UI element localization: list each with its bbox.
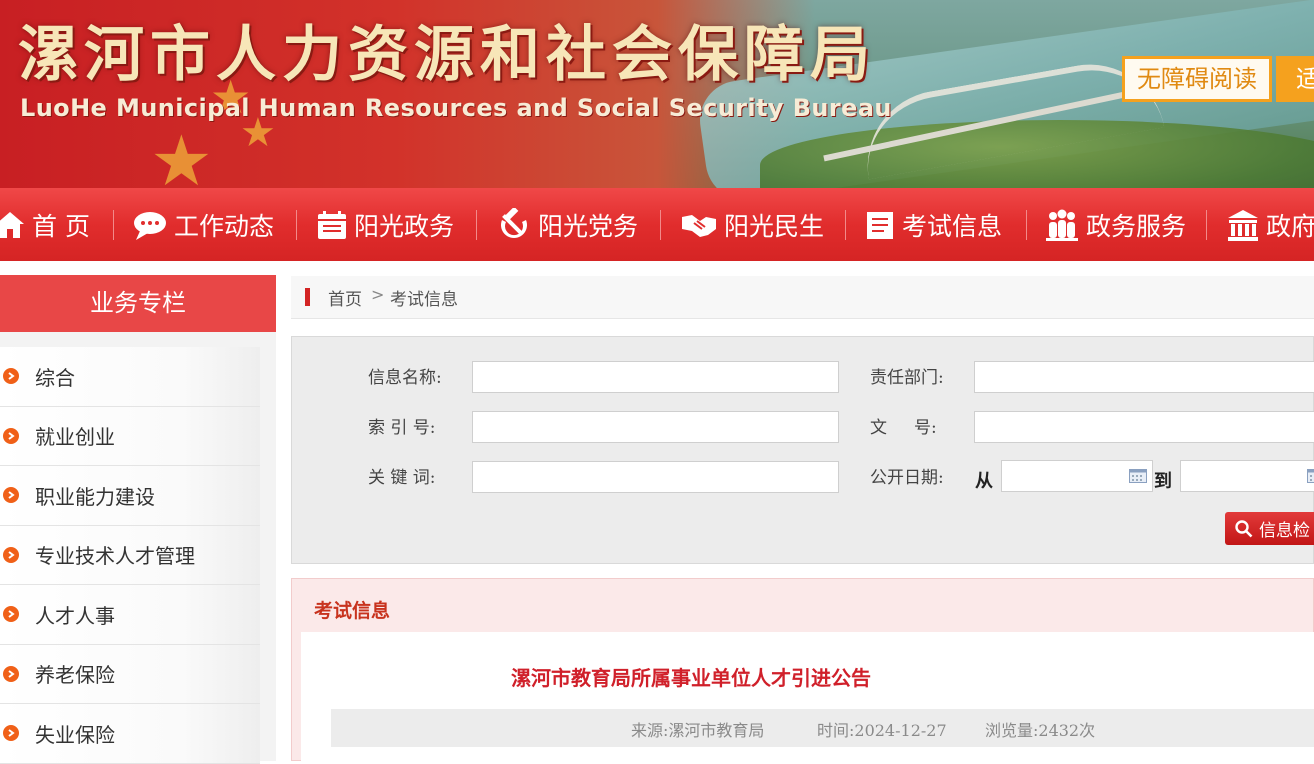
article-body: 漯河市教育局所属事业单位人才引进公告 来源:漯河市教育局 时间:2024-12-…: [301, 632, 1314, 762]
breadcrumb-home-link[interactable]: 首页: [328, 285, 362, 310]
date-to-input[interactable]: [1180, 460, 1314, 492]
calendar-picker-icon[interactable]: [1307, 469, 1314, 483]
nav-divider: [1206, 210, 1207, 240]
exam-info-section: 考试信息 漯河市教育局所属事业单位人才引进公告 来源:漯河市教育局 时间:202…: [291, 578, 1314, 761]
nav-item-label: 工作动态: [174, 207, 274, 243]
section-title: 考试信息: [314, 596, 390, 623]
article-time: 时间:2024-12-27: [817, 717, 947, 741]
nav-item-work-news[interactable]: 工作动态: [132, 188, 274, 261]
sidebar-item-employment[interactable]: 就业创业: [0, 407, 260, 467]
keyword-label: 关 键 词:: [368, 463, 436, 488]
arrow-bullet-icon: [3, 606, 19, 622]
date-from-label: 从: [975, 467, 993, 493]
doc-no-label: 文 号:: [870, 413, 937, 438]
nav-divider: [113, 210, 114, 240]
business-sidebar: 业务专栏 综合 就业创业 职业能力建设 专业技术人才管理 人才人事 养老保险 失…: [0, 275, 276, 761]
nav-divider: [845, 210, 846, 240]
sidebar-item-label: 养老保险: [35, 659, 115, 688]
government-building-icon: [1226, 208, 1260, 242]
search-button-label: 信息检: [1259, 516, 1310, 541]
publish-date-label: 公开日期:: [870, 463, 944, 488]
nav-item-label: 政府: [1266, 207, 1314, 243]
sidebar-item-label: 失业保险: [35, 719, 115, 748]
nav-item-livelihood[interactable]: 阳光民生: [680, 188, 824, 261]
info-name-label: 信息名称:: [368, 363, 442, 388]
accessibility-reading-button[interactable]: 无障碍阅读: [1122, 56, 1272, 102]
nav-item-government[interactable]: 政府: [1226, 188, 1314, 261]
sidebar-item-vocational-skills[interactable]: 职业能力建设: [0, 466, 260, 526]
doc-no-input[interactable]: [974, 411, 1314, 443]
nav-divider: [296, 210, 297, 240]
nav-item-label: 阳光民生: [724, 207, 824, 243]
sidebar-item-talent-personnel[interactable]: 人才人事: [0, 585, 260, 645]
info-name-input[interactable]: [472, 361, 839, 393]
sidebar-item-pension-insurance[interactable]: 养老保险: [0, 645, 260, 705]
breadcrumb-current-link[interactable]: 考试信息: [390, 285, 458, 310]
nav-item-exam-info[interactable]: 考试信息: [864, 188, 1002, 261]
nav-item-home[interactable]: 首 页: [0, 188, 90, 261]
date-to-label: 到: [1154, 467, 1172, 493]
article-title: 漯河市教育局所属事业单位人才引进公告: [301, 662, 1081, 691]
article-meta-bar: 来源:漯河市教育局 时间:2024-12-27 浏览量:2432次: [331, 709, 1314, 747]
search-icon: [1235, 520, 1253, 538]
sidebar-item-professional-talent[interactable]: 专业技术人才管理: [0, 526, 260, 586]
breadcrumb-marker: [305, 288, 310, 306]
elderly-mode-button[interactable]: 适: [1276, 56, 1314, 102]
sidebar-item-label: 综合: [35, 362, 75, 391]
calendar-picker-icon[interactable]: [1129, 469, 1147, 483]
nav-item-label: 政务服务: [1086, 207, 1186, 243]
nav-item-label: 阳光党务: [538, 207, 638, 243]
info-search-panel: 信息名称: 责任部门: 索 引 号: 文 号: 关 键 词: 公开日期: 从 到…: [291, 336, 1314, 564]
sidebar-title: 业务专栏: [0, 275, 276, 332]
site-subtitle: LuoHe Municipal Human Resources and Soci…: [20, 94, 892, 122]
sidebar-item-label: 就业创业: [35, 421, 115, 450]
site-title: 漯河市人力资源和社会保障局: [18, 18, 876, 92]
sidebar-item-label: 职业能力建设: [35, 481, 155, 510]
arrow-bullet-icon: [3, 725, 19, 741]
nav-divider: [476, 210, 477, 240]
home-icon: [0, 209, 26, 241]
handshake-icon: [680, 209, 718, 241]
main-nav: 首 页 工作动态 阳光政务 阳光党务 阳光民生 考试信息 政务服务 政府: [0, 188, 1314, 261]
nav-item-label: 首 页: [32, 207, 90, 243]
nav-item-gov-services[interactable]: 政务服务: [1044, 188, 1186, 261]
sidebar-item-general[interactable]: 综合: [0, 347, 260, 407]
article-views: 浏览量:2432次: [985, 717, 1095, 741]
chat-bubble-icon: [132, 209, 168, 241]
arrow-bullet-icon: [3, 547, 19, 563]
info-search-button[interactable]: 信息检: [1225, 512, 1314, 545]
document-icon: [864, 209, 896, 241]
arrow-bullet-icon: [3, 368, 19, 384]
arrow-bullet-icon: [3, 428, 19, 444]
nav-item-label: 阳光政务: [354, 207, 454, 243]
nav-item-open-government[interactable]: 阳光政务: [316, 188, 454, 261]
keyword-input[interactable]: [472, 461, 839, 493]
banner-star-icon: ★: [150, 120, 213, 188]
sidebar-list: 综合 就业创业 职业能力建设 专业技术人才管理 人才人事 养老保险 失业保险: [0, 347, 260, 764]
article-source: 来源:漯河市教育局: [631, 717, 764, 741]
site-banner: ★ ★ ★ 漯河市人力资源和社会保障局 LuoHe Municipal Huma…: [0, 0, 1314, 188]
breadcrumb-separator: >: [371, 285, 384, 304]
hammer-sickle-icon: [496, 208, 532, 242]
nav-divider: [660, 210, 661, 240]
sidebar-item-unemployment-insurance[interactable]: 失业保险: [0, 704, 260, 764]
nav-item-label: 考试信息: [902, 207, 1002, 243]
dept-label: 责任部门:: [870, 363, 944, 388]
people-icon: [1044, 208, 1080, 242]
nav-divider: [1026, 210, 1027, 240]
arrow-bullet-icon: [3, 666, 19, 682]
index-no-label: 索 引 号:: [368, 413, 436, 438]
nav-item-party-affairs[interactable]: 阳光党务: [496, 188, 638, 261]
index-no-input[interactable]: [472, 411, 839, 443]
sidebar-item-label: 专业技术人才管理: [35, 540, 195, 569]
sidebar-item-label: 人才人事: [35, 600, 115, 629]
breadcrumb: 首页 > 考试信息: [291, 276, 1314, 319]
dept-input[interactable]: [974, 361, 1314, 393]
arrow-bullet-icon: [3, 487, 19, 503]
calendar-icon: [316, 209, 348, 241]
